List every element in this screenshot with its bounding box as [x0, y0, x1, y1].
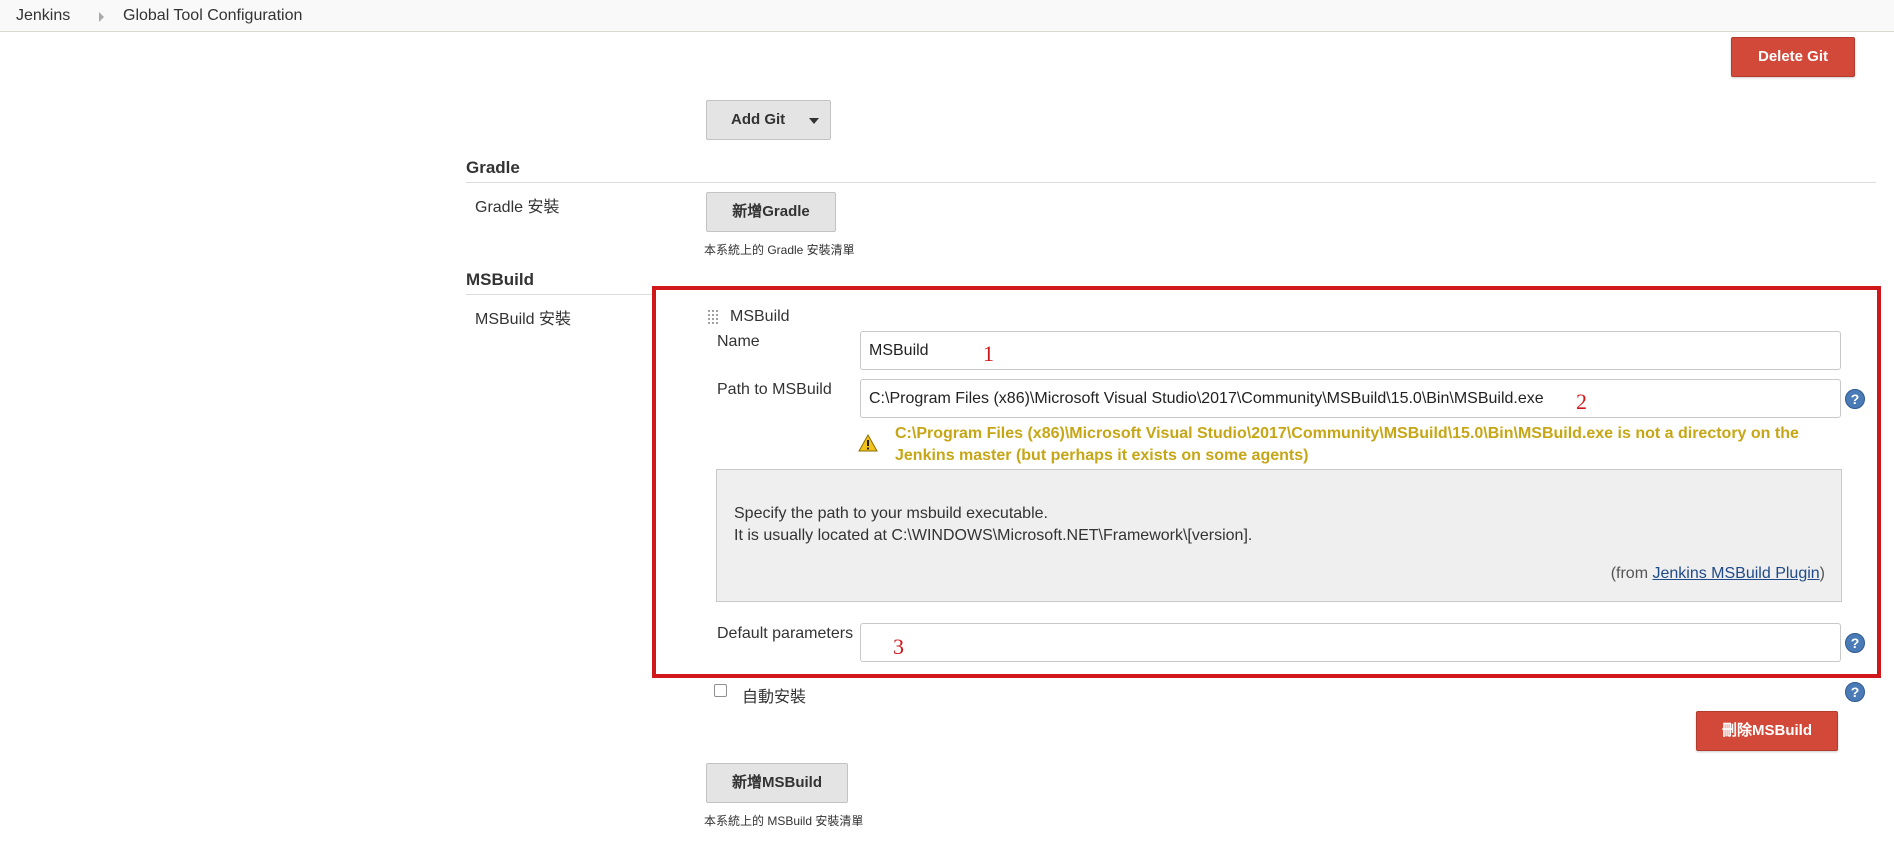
msbuild-plugin-link[interactable]: Jenkins MSBuild Plugin	[1652, 565, 1819, 582]
annotation-number-1: 1	[983, 341, 994, 366]
delete-git-button[interactable]: Delete Git	[1731, 37, 1855, 77]
add-git-button[interactable]: Add Git	[706, 100, 831, 140]
drag-handle-icon[interactable]	[707, 309, 719, 326]
help-text-line-2: It is usually located at C:\WINDOWS\Micr…	[734, 527, 1253, 544]
msbuild-section-title: MSBuild	[466, 270, 534, 289]
gradle-installs-label: Gradle 安裝	[475, 199, 560, 216]
help-source-prefix: (from	[1610, 565, 1653, 582]
add-gradle-button[interactable]: 新增Gradle	[706, 192, 836, 232]
help-source-suffix: )	[1819, 565, 1825, 582]
gradle-section-title: Gradle	[466, 158, 520, 177]
breadcrumb-jenkins[interactable]: Jenkins	[16, 7, 70, 25]
gradle-section-divider	[466, 182, 1876, 183]
help-text-line-1: Specify the path to your msbuild executa…	[734, 505, 1048, 522]
add-msbuild-button[interactable]: 新增MSBuild	[706, 763, 848, 803]
gradle-description: 本系統上的 Gradle 安裝清單	[704, 243, 855, 257]
msbuild-entry-title: MSBuild	[730, 308, 790, 325]
path-label: Path to MSBuild	[717, 381, 832, 398]
help-source: (from Jenkins MSBuild Plugin)	[1611, 565, 1825, 583]
annotation-number-2: 2	[1576, 389, 1587, 414]
annotation-number-3: 3	[893, 634, 904, 659]
chevron-right-icon	[99, 12, 104, 22]
auto-install-label: 自動安裝	[742, 689, 807, 706]
auto-install-checkbox[interactable]	[714, 684, 727, 697]
msbuild-description: 本系統上的 MSBuild 安裝清單	[704, 814, 864, 828]
default-parameters-label: Default parameters	[717, 625, 854, 642]
add-git-label: Add Git	[731, 111, 786, 128]
breadcrumb: Jenkins Global Tool Configuration	[0, 0, 1894, 32]
help-icon[interactable]: ?	[1845, 682, 1865, 702]
msbuild-installs-label: MSBuild 安裝	[475, 311, 572, 328]
default-parameters-input[interactable]	[860, 623, 1841, 662]
help-icon[interactable]: ?	[1845, 633, 1865, 653]
name-label: Name	[717, 333, 760, 350]
delete-msbuild-button[interactable]: 刪除MSBuild	[1696, 711, 1838, 751]
help-icon[interactable]: ?	[1845, 389, 1865, 409]
caret-down-icon	[809, 118, 819, 124]
msbuild-section-divider	[466, 294, 652, 295]
path-input[interactable]	[860, 379, 1841, 418]
warning-icon	[858, 434, 878, 452]
path-warning-message: C:\Program Files (x86)\Microsoft Visual …	[895, 425, 1799, 464]
path-help-panel: Specify the path to your msbuild executa…	[716, 469, 1842, 602]
name-input[interactable]	[860, 331, 1841, 370]
breadcrumb-global-tool-configuration[interactable]: Global Tool Configuration	[123, 7, 302, 25]
